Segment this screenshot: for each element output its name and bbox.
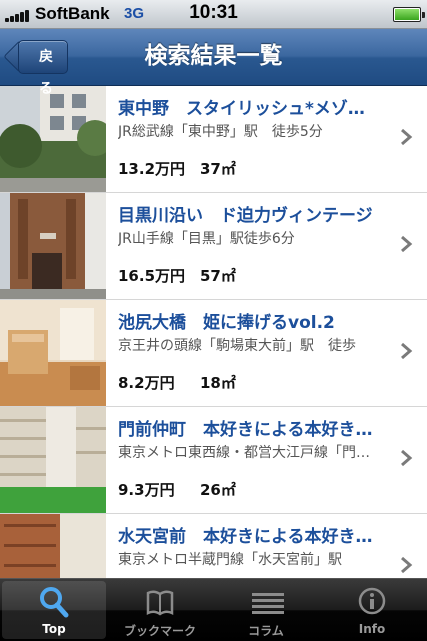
listing-rent: 13.2万円	[118, 160, 186, 178]
chevron-right-icon	[401, 449, 413, 467]
tab-label: Top	[42, 622, 66, 636]
tab-label: Info	[358, 622, 386, 636]
chevron-right-icon	[401, 556, 413, 574]
listing-photo	[0, 86, 106, 192]
list-icon	[252, 593, 284, 614]
listing-row[interactable]: 目黒川沿い ド迫力ヴィンテージ JR山手線「目黒」駅徒歩6分 16.5万円 57…	[0, 193, 427, 300]
listing-area: 26㎡	[200, 481, 236, 499]
listing-area: 57㎡	[200, 267, 236, 285]
listing-photo	[0, 193, 106, 299]
listing-title: 東中野 スタイリッシュ*メゾネット	[118, 99, 380, 119]
listing-area: 37㎡	[200, 160, 236, 178]
listing-area: 18㎡	[200, 374, 236, 392]
listing-title: 水天宮前 本好きによる本好きのための	[118, 527, 380, 547]
listing-access: JR山手線「目黒」駅徒歩6分	[118, 231, 295, 247]
listing-access: JR総武線「東中野」駅 徒歩5分	[118, 124, 323, 140]
listing-rent: 9.3万円	[118, 481, 175, 499]
tab-label: ブックマーク	[123, 624, 196, 638]
tab-info[interactable]: Info	[320, 581, 424, 639]
chevron-right-icon	[401, 128, 413, 146]
listing-row[interactable]: 東中野 スタイリッシュ*メゾネット JR総武線「東中野」駅 徒歩5分 13.2万…	[0, 86, 427, 193]
tab-label: コラム	[248, 624, 284, 638]
tab-bookmark[interactable]: ブックマーク	[108, 581, 212, 639]
listing-row[interactable]: 門前仲町 本好きによる本好きのための 東京メトロ東西線・都営大江戸線「門前仲町」…	[0, 407, 427, 514]
listing-access: 東京メトロ半蔵門線「水天宮前」駅	[118, 552, 342, 568]
tab-top[interactable]: Top	[2, 581, 106, 639]
search-results-list: 東中野 スタイリッシュ*メゾネット JR総武線「東中野」駅 徒歩5分 13.2万…	[0, 86, 427, 621]
status-bar: SoftBank 3G 10:31	[0, 0, 427, 29]
listing-access: 京王井の頭線「駒場東大前」駅 徒歩	[118, 338, 356, 354]
battery-icon	[393, 7, 425, 22]
listing-rent: 8.2万円	[118, 374, 175, 392]
status-time: 10:31	[189, 2, 238, 23]
listing-row[interactable]: 池尻大橋 姫に捧げるvol.2 京王井の頭線「駒場東大前」駅 徒歩 8.2万円 …	[0, 300, 427, 407]
navigation-bar: 検索結果一覧 戻る	[0, 29, 427, 97]
info-icon	[358, 587, 386, 615]
chevron-right-icon	[401, 342, 413, 360]
listing-photo	[0, 407, 106, 513]
back-button[interactable]: 戻る	[18, 40, 68, 97]
book-icon	[146, 590, 174, 616]
tab-column[interactable]: コラム	[214, 581, 318, 639]
listing-title: 目黒川沿い ド迫力ヴィンテージ	[118, 206, 373, 226]
listing-rent: 16.5万円	[118, 267, 186, 285]
search-icon	[40, 587, 69, 618]
tab-bar: Top ブックマーク コラム Info	[0, 578, 427, 641]
listing-title: 池尻大橋 姫に捧げるvol.2	[118, 313, 335, 333]
listing-photo	[0, 300, 106, 406]
listing-title: 門前仲町 本好きによる本好きのための	[118, 420, 380, 440]
listing-access: 東京メトロ東西線・都営大江戸線「門前仲町」	[118, 445, 380, 461]
chevron-right-icon	[401, 235, 413, 253]
